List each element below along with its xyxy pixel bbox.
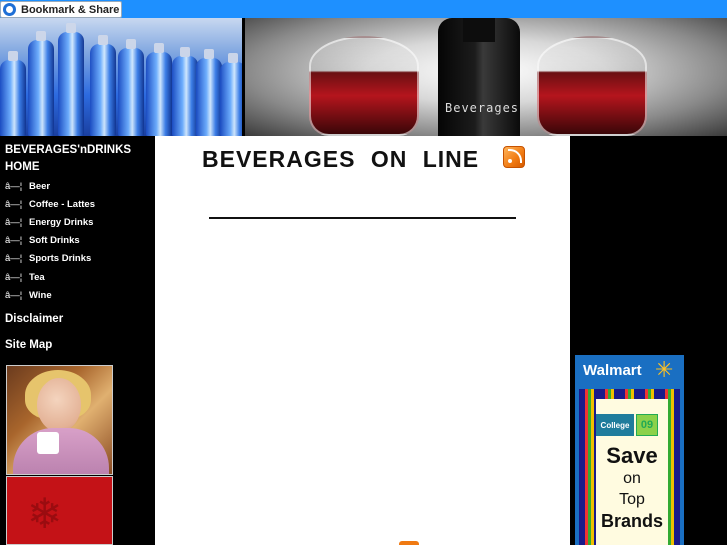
bottle-label-text: Beverages — [445, 101, 520, 115]
sidebar-item-label: Soft Drinks — [29, 235, 80, 247]
walmart-ad-banner[interactable]: Walmart ✳ College 09 Save on Top Brands — [575, 355, 684, 545]
site-name-link[interactable]: BEVERAGES'nDRINKS — [5, 142, 131, 159]
disclaimer-link[interactable]: Disclaimer — [5, 313, 63, 325]
sidebar-item-wine[interactable]: â—¦ Wine — [5, 286, 95, 304]
bullet-icon: â—¦ — [5, 271, 23, 283]
site-map-link[interactable]: Site Map — [5, 339, 52, 351]
rss-feed-icon[interactable] — [503, 146, 525, 168]
sidebar-item-beer[interactable]: â—¦ Beer — [5, 177, 95, 195]
category-list: â—¦ Beer â—¦ Coffee - Lattes â—¦ Energy … — [5, 177, 95, 304]
ad-brand-name: Walmart — [583, 362, 642, 379]
water-bottles-image — [0, 18, 242, 136]
sidebar-item-coffee-lattes[interactable]: â—¦ Coffee - Lattes — [5, 195, 95, 213]
bookmark-share-label: Bookmark & Share — [21, 3, 120, 16]
ad-year-badge: 09 — [636, 414, 658, 436]
woman-with-mug-image — [6, 365, 113, 475]
ad-line-brands: Brands — [600, 511, 663, 531]
page-title: BEVERAGES ON LINE — [202, 146, 480, 172]
sidebar-item-tea[interactable]: â—¦ Tea — [5, 268, 95, 286]
title-divider — [209, 217, 516, 219]
sidebar-item-label: Wine — [29, 289, 52, 301]
sidebar-item-label: Sports Drinks — [29, 253, 92, 265]
bullet-icon: â—¦ — [5, 216, 23, 228]
share-icon — [3, 3, 16, 16]
bullet-icon: â—¦ — [5, 180, 23, 192]
snowflake-icon: ❄ — [27, 490, 63, 537]
ad-line-top: Top — [619, 491, 645, 508]
ad-college-badge: College — [596, 414, 634, 436]
sidebar-item-label: Energy Drinks — [29, 216, 94, 228]
main-content: BEVERAGES ON LINE — [155, 136, 570, 545]
ad-card: College 09 Save on Top Brands — [579, 389, 680, 545]
ad-headline: Save — [606, 443, 658, 468]
bullet-icon: â—¦ — [5, 289, 23, 301]
sidebar-item-label: Tea — [29, 271, 45, 283]
sidebar-item-sports-drinks[interactable]: â—¦ Sports Drinks — [5, 250, 95, 268]
sidebar-item-energy-drinks[interactable]: â—¦ Energy Drinks — [5, 213, 95, 231]
walmart-spark-icon: ✳ — [655, 357, 674, 382]
header-banner: Beverages — [0, 18, 727, 136]
sidebar-item-soft-drinks[interactable]: â—¦ Soft Drinks — [5, 232, 95, 250]
home-link[interactable]: HOME — [5, 159, 131, 176]
holiday-snowflake-image: ❄ — [6, 476, 113, 545]
ad-line-on: on — [623, 470, 641, 487]
sidebar-nav: BEVERAGES'nDRINKS HOME â—¦ Beer â—¦ Coff… — [0, 136, 155, 545]
bookmark-share-button[interactable]: Bookmark & Share — [0, 1, 122, 18]
bullet-icon: â—¦ — [5, 253, 23, 265]
bullet-icon: â—¦ — [5, 235, 23, 247]
sidebar-item-label: Beer — [29, 180, 51, 192]
sidebar-item-label: Coffee - Lattes — [29, 198, 95, 210]
top-bar: Bookmark & Share — [0, 0, 727, 18]
rss-small-icon[interactable] — [399, 541, 419, 545]
bullet-icon: â—¦ — [5, 198, 23, 210]
wine-glasses-image: Beverages — [245, 18, 727, 136]
